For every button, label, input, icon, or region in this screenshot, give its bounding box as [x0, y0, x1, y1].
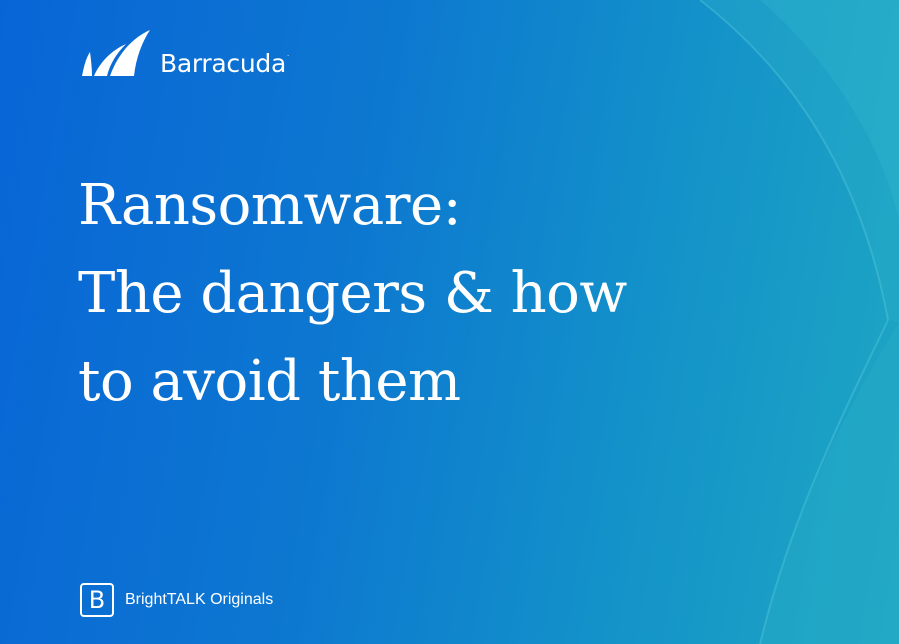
brand-name: Barracuda. [160, 49, 289, 78]
brighttalk-badge: B BrightTALK Originals [80, 583, 273, 617]
brand-trademark: . [287, 50, 289, 58]
brighttalk-label: BrightTALK Originals [125, 591, 274, 608]
title-slide: Barracuda. Ransomware: The dangers & how… [0, 0, 899, 644]
title-line-1: Ransomware: [78, 173, 462, 238]
barracuda-fin-icon [82, 30, 150, 76]
title-line-2: The dangers & how [78, 261, 627, 326]
barracuda-logo: Barracuda. [80, 28, 289, 78]
slide-title: Ransomware: The dangers & how to avoid t… [78, 162, 627, 426]
title-line-3: to avoid them [78, 349, 461, 414]
brighttalk-icon: B [80, 583, 114, 617]
